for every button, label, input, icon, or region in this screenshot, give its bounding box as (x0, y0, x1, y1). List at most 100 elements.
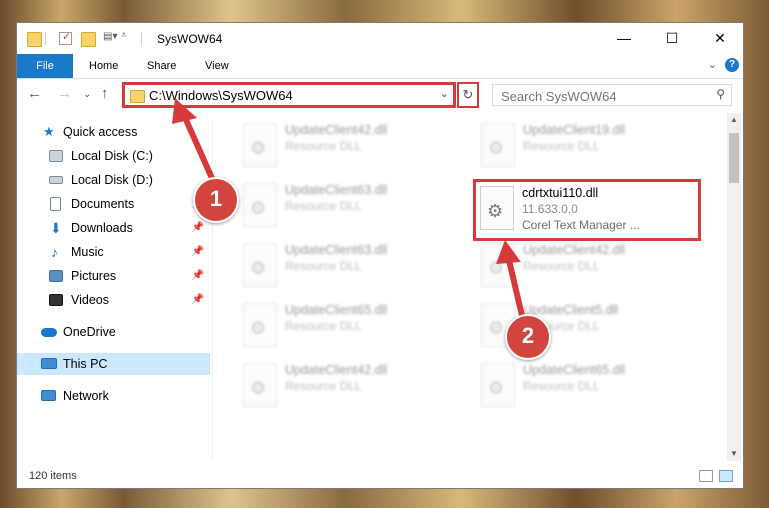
file-name: UpdateClient63.dll (285, 183, 388, 197)
navigation-bar: ← → ⌄ ↑ C:\Windows\SysWOW64 ⌄ ↻ ⚲ (17, 79, 743, 111)
status-bar: 120 items (17, 464, 743, 488)
file-item[interactable]: ⚙ UpdateClient65.dll Resource DLL (239, 299, 459, 353)
large-icons-view-icon[interactable] (719, 470, 733, 482)
title-bar: ✓ ▤▾ ⩡ SysWOW64 — ☐ ✕ (17, 23, 743, 54)
sidebar-item-downloads[interactable]: ⬇ Downloads 📌 (17, 217, 210, 239)
forward-arrow-icon[interactable]: → (57, 85, 72, 102)
refresh-button[interactable]: ↻ (457, 82, 479, 108)
sidebar-item-local-disk-c[interactable]: Local Disk (C:) (17, 145, 210, 167)
file-type: Resource DLL (523, 259, 600, 273)
computer-icon (41, 358, 57, 369)
divider (45, 32, 46, 45)
file-name: cdrtxtui110.dll (522, 186, 599, 200)
navigation-pane: ★ Quick access Local Disk (C:) Local Dis… (17, 119, 213, 459)
folder-icon (27, 32, 42, 47)
dll-file-icon: ⚙ (481, 243, 515, 287)
sidebar-item-documents[interactable]: Documents 📌 (17, 193, 210, 215)
properties-icon[interactable]: ✓ (59, 31, 72, 45)
file-type: Resource DLL (523, 379, 600, 393)
sidebar-item-label: This PC (63, 357, 108, 371)
sidebar-item-label: OneDrive (63, 325, 116, 339)
file-type: Resource DLL (285, 379, 362, 393)
sidebar-item-music[interactable]: ♪ Music 📌 (17, 241, 210, 263)
item-count: 120 items (29, 470, 77, 482)
file-item[interactable]: ⚙ UpdateClient63.dll Resource DLL (239, 179, 459, 233)
new-folder-icon[interactable] (81, 32, 96, 47)
quick-access-dropdown-icon[interactable]: ⩡ (121, 30, 134, 43)
music-note-icon: ♪ (51, 244, 58, 260)
sidebar-item-quick-access[interactable]: ★ Quick access (17, 121, 210, 143)
file-name: UpdateClient42.dll (285, 123, 388, 137)
callout-1: 1 (193, 177, 239, 223)
pin-icon[interactable]: 📌 (192, 217, 204, 239)
pin-icon[interactable]: 📌 (192, 265, 204, 287)
sidebar-item-local-disk-d[interactable]: Local Disk (D:) (17, 169, 210, 191)
file-name: UpdateClient5.dll (523, 303, 619, 317)
sidebar-item-label: Documents (71, 197, 135, 211)
customize-toolbar-icon[interactable]: ▤▾ (103, 31, 117, 44)
tab-view[interactable]: View (191, 54, 243, 78)
sidebar-item-label: Local Disk (D:) (71, 173, 153, 187)
up-arrow-icon[interactable]: ↑ (101, 85, 109, 102)
sidebar-item-label: Music (71, 245, 104, 259)
recent-locations-chevron-icon[interactable]: ⌄ (83, 89, 91, 100)
file-item[interactable]: ⚙ UpdateClient65.dll Resource DLL (477, 359, 697, 413)
vertical-scrollbar[interactable]: ▲ ▼ (727, 113, 741, 461)
tab-file[interactable]: File (17, 54, 73, 78)
file-name: UpdateClient19.dll (523, 123, 626, 137)
dll-file-icon: ⚙ (243, 363, 277, 407)
help-icon[interactable]: ? (725, 58, 739, 72)
file-type: Resource DLL (285, 259, 362, 273)
pin-icon[interactable]: 📌 (192, 241, 204, 263)
file-name: UpdateClient42.dll (285, 363, 388, 377)
address-bar[interactable]: C:\Windows\SysWOW64 ⌄ (122, 82, 456, 108)
sidebar-item-this-pc[interactable]: This PC (17, 353, 210, 375)
sidebar-item-label: Pictures (71, 269, 117, 283)
file-name: UpdateClient63.dll (285, 243, 388, 257)
minimize-button[interactable]: — (601, 23, 647, 54)
file-item-cdrtxtui110[interactable]: ⚙ cdrtxtui110.dll 11.633.0.0 Corel Text … (473, 179, 701, 241)
address-path[interactable]: C:\Windows\SysWOW64 (149, 88, 293, 103)
scroll-up-icon[interactable]: ▲ (727, 113, 741, 127)
file-item[interactable]: ⚙ UpdateClient19.dll Resource DLL (477, 119, 697, 173)
details-view-icon[interactable] (699, 470, 713, 482)
search-icon: ⚲ (716, 87, 725, 101)
cloud-icon (41, 328, 57, 337)
callout-2: 2 (505, 314, 551, 360)
file-version: 11.633.0.0 (522, 202, 578, 216)
window-title: SysWOW64 (157, 32, 223, 46)
sidebar-item-network[interactable]: Network (17, 385, 210, 407)
sidebar-item-pictures[interactable]: Pictures 📌 (17, 265, 210, 287)
file-name: UpdateClient42.dll (523, 243, 626, 257)
tab-home[interactable]: Home (75, 54, 132, 78)
scrollbar-thumb[interactable] (729, 133, 739, 183)
address-dropdown-icon[interactable]: ⌄ (440, 87, 449, 100)
search-input[interactable] (499, 86, 703, 106)
file-type: Resource DLL (285, 199, 362, 213)
expand-ribbon-icon[interactable]: ⌄ (708, 58, 717, 71)
network-icon (41, 390, 56, 401)
maximize-button[interactable]: ☐ (649, 23, 695, 54)
divider (141, 32, 142, 45)
sidebar-item-onedrive[interactable]: OneDrive (17, 321, 210, 343)
dll-file-icon: ⚙ (481, 363, 515, 407)
sidebar-item-label: Quick access (63, 125, 138, 139)
file-explorer-window: ✓ ▤▾ ⩡ SysWOW64 — ☐ ✕ File Home Share Vi… (16, 22, 744, 489)
file-item[interactable]: ⚙ UpdateClient42.dll Resource DLL (239, 359, 459, 413)
file-description: Corel Text Manager ... (522, 218, 640, 232)
back-arrow-icon[interactable]: ← (27, 85, 42, 102)
close-button[interactable]: ✕ (697, 23, 743, 54)
scroll-down-icon[interactable]: ▼ (727, 447, 741, 461)
file-item[interactable]: ⚙ UpdateClient42.dll Resource DLL (477, 239, 697, 293)
pin-icon[interactable]: 📌 (192, 289, 204, 311)
drive-icon (49, 150, 63, 162)
file-item[interactable]: ⚙ UpdateClient63.dll Resource DLL (239, 239, 459, 293)
dll-file-icon: ⚙ (243, 303, 277, 347)
file-item[interactable]: ⚙ UpdateClient42.dll Resource DLL (239, 119, 459, 173)
sidebar-item-videos[interactable]: Videos 📌 (17, 289, 210, 311)
dll-file-icon: ⚙ (243, 123, 277, 167)
file-name: UpdateClient65.dll (285, 303, 388, 317)
search-box[interactable]: ⚲ (492, 84, 732, 106)
drive-icon (49, 176, 63, 184)
tab-share[interactable]: Share (133, 54, 190, 78)
